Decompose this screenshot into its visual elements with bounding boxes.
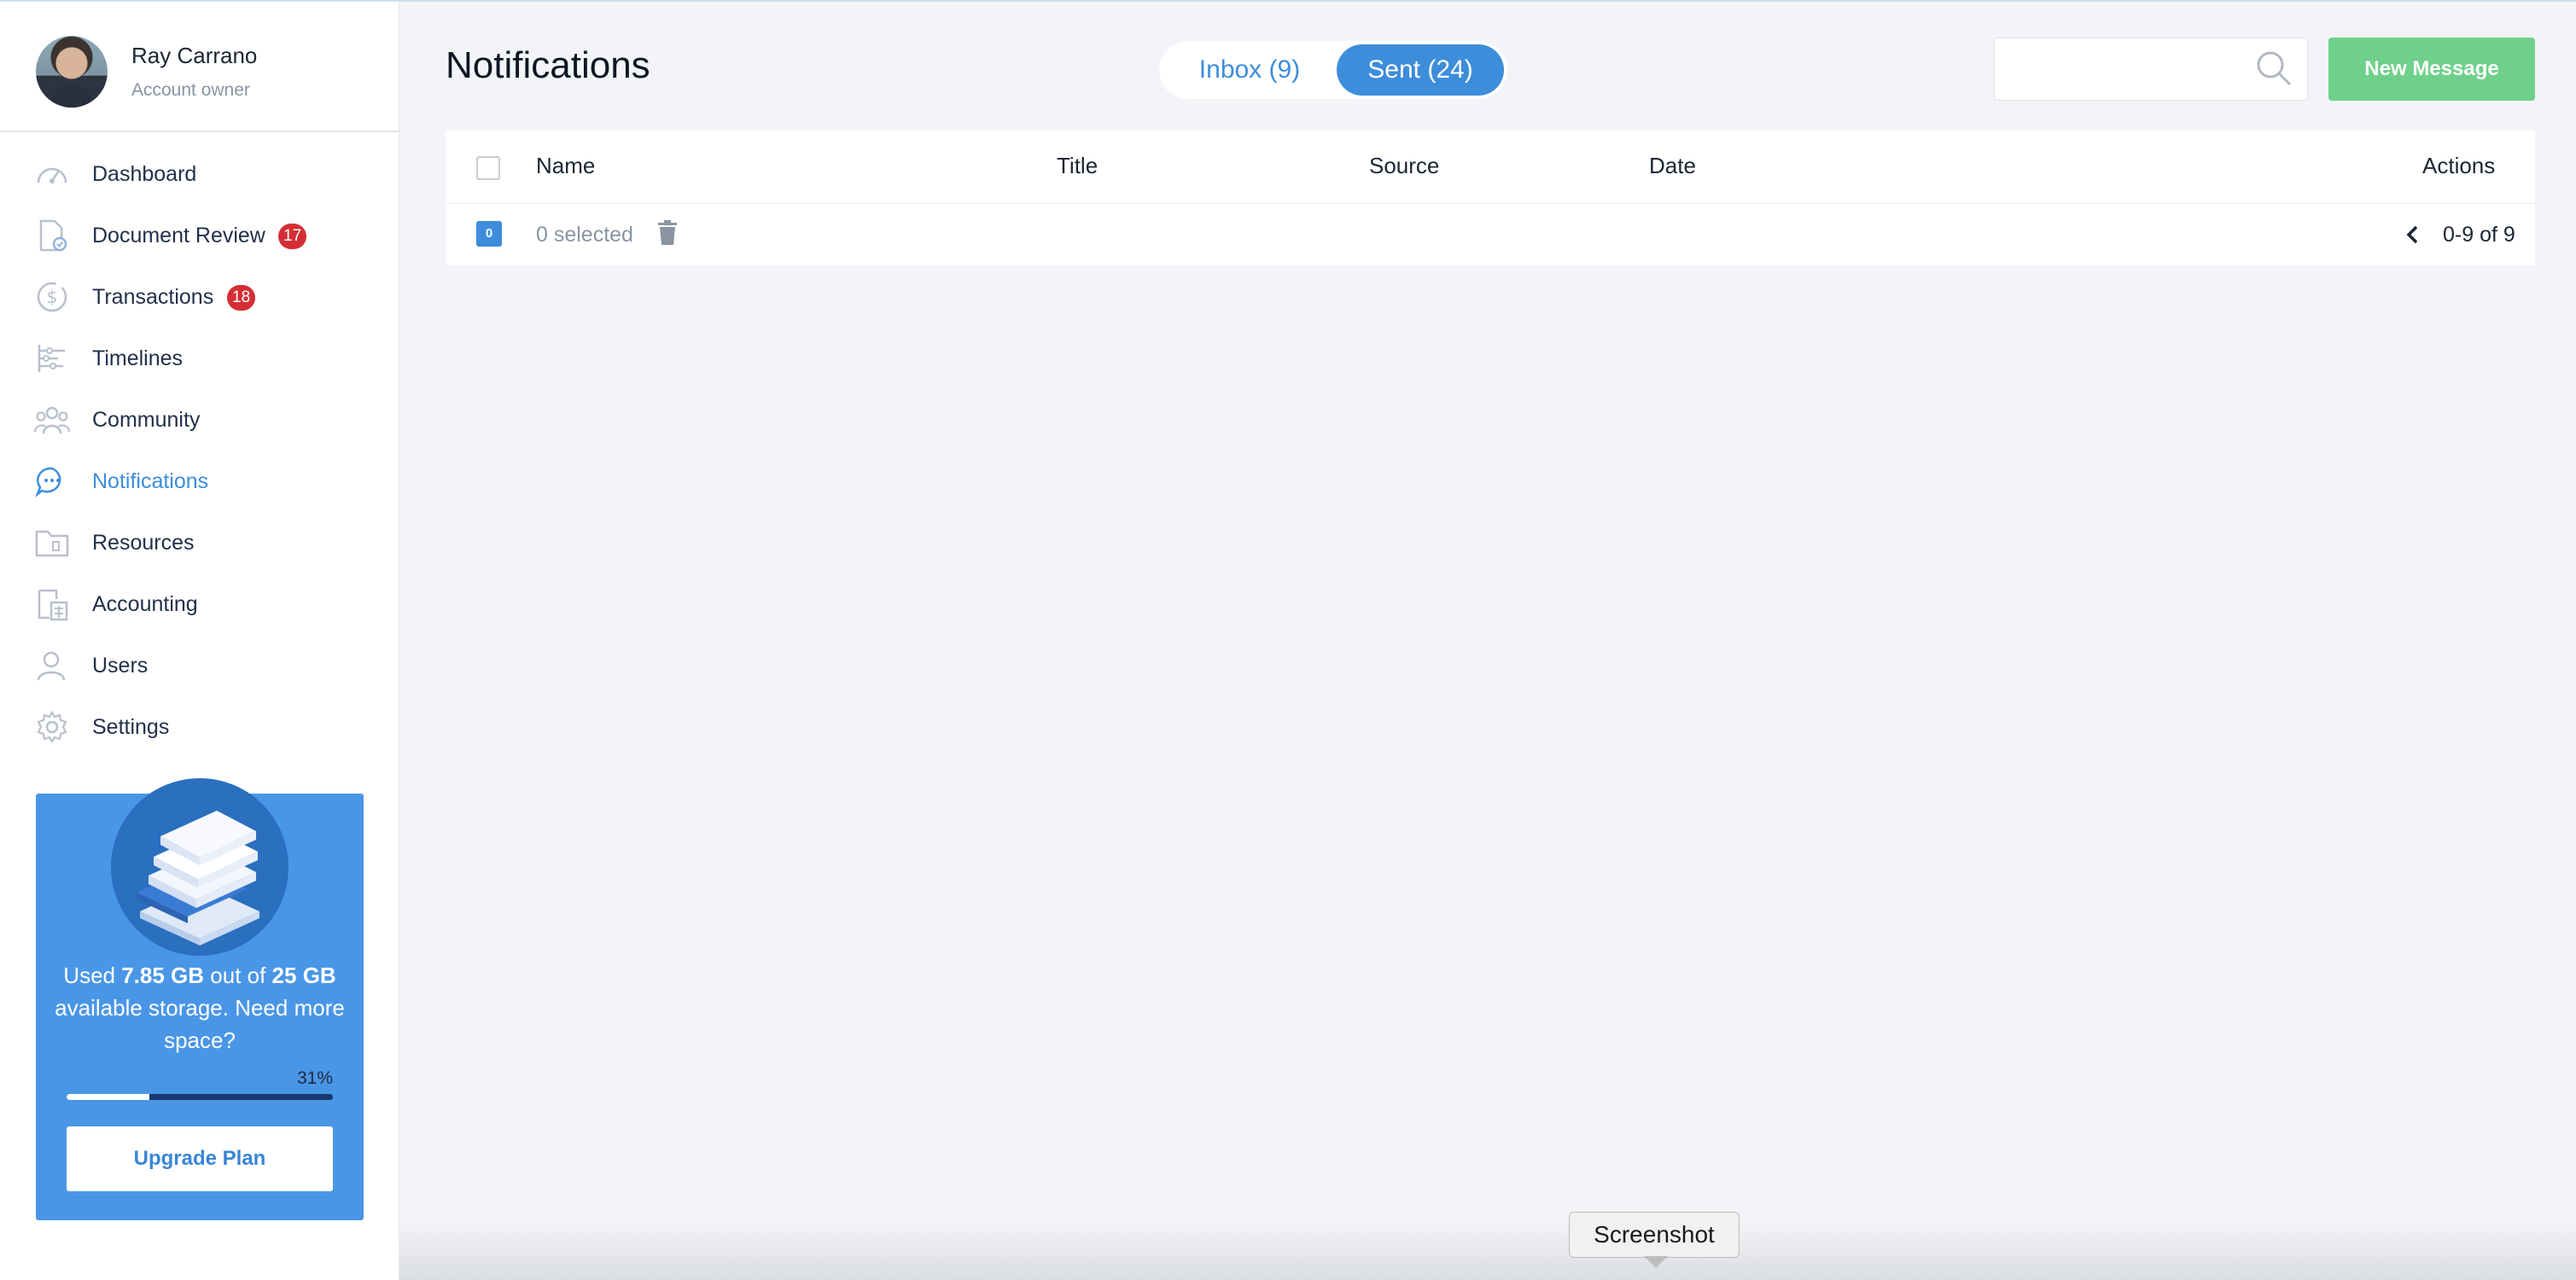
page-title: Notifications <box>446 44 650 86</box>
sidebar-item-document-review[interactable]: Document Review 17 <box>0 210 399 261</box>
avatar[interactable] <box>36 36 108 108</box>
sidebar-item-accounting[interactable]: Accounting <box>0 579 399 630</box>
storage-percent: 31% <box>296 1068 333 1088</box>
sidebar-item-resources[interactable]: Resources <box>0 517 399 568</box>
sidebar-item-label: Community <box>92 408 201 432</box>
table-header: Name Title Source Date Actions <box>446 131 2535 204</box>
storage-card: Used 7.85 GB out of 25 GB available stor… <box>36 778 364 1220</box>
chevron-left-icon[interactable] <box>2400 221 2426 248</box>
sidebar-item-notifications[interactable]: Notifications <box>0 456 399 507</box>
upgrade-plan-button[interactable]: Upgrade Plan <box>67 1126 333 1191</box>
storage-progress-fill <box>67 1094 149 1100</box>
sidebar-item-label: Resources <box>92 531 195 555</box>
sidebar-item-label: Document Review <box>92 224 265 247</box>
tab-inbox[interactable]: Inbox (9) <box>1166 44 1333 96</box>
column-header-name[interactable]: Name <box>536 153 595 179</box>
sidebar-item-label: Timelines <box>92 346 184 370</box>
sidebar-item-timelines[interactable]: Timelines <box>0 333 399 384</box>
selected-count-text: 0 selected <box>536 223 633 247</box>
column-header-date[interactable]: Date <box>1649 153 1696 179</box>
profile-role: Account owner <box>131 80 250 100</box>
column-header-source[interactable]: Source <box>1369 153 1439 179</box>
sidebar-item-label: Transactions <box>92 285 214 309</box>
screenshot-tooltip: Screenshot <box>1569 1212 1740 1258</box>
select-all-checkbox[interactable] <box>476 156 500 180</box>
user-icon <box>34 649 70 683</box>
chat-bubble-icon <box>34 464 70 498</box>
tooltip-arrow <box>1644 1256 1668 1268</box>
dock-shadow <box>399 1220 2576 1280</box>
profile-name: Ray Carrano <box>131 43 258 68</box>
notifications-table: Name Title Source Date Actions 0 0 selec… <box>446 131 2535 265</box>
sidebar-item-transactions[interactable]: $ Transactions 18 <box>0 271 399 323</box>
storage-usage-text: Used 7.85 GB out of 25 GB available stor… <box>55 963 345 1053</box>
table-footer: 0 0 selected 0-9 of 9 <box>446 204 2535 265</box>
new-message-button[interactable]: New Message <box>2328 38 2535 101</box>
sidebar-item-label: Settings <box>92 715 170 739</box>
search-input[interactable] <box>2002 45 2258 93</box>
documents-stack-illustration <box>111 778 288 956</box>
speedometer-icon <box>34 157 70 191</box>
profile-header[interactable]: Ray Carrano Account owner <box>0 2 399 132</box>
folder-icon <box>34 526 70 560</box>
trash-icon[interactable] <box>656 219 679 247</box>
column-header-title[interactable]: Title <box>1057 153 1098 179</box>
storage-progress-bar <box>67 1094 333 1100</box>
selected-count-badge: 0 <box>476 221 502 247</box>
pagination-info: 0-9 of 9 <box>2443 223 2515 247</box>
svg-text:$: $ <box>47 287 58 307</box>
sidebar-item-label: Dashboard <box>92 162 197 186</box>
tab-sent[interactable]: Sent (24) <box>1337 44 1504 96</box>
community-icon <box>33 403 71 437</box>
sidebar: Ray Carrano Account owner Dashboard Docu… <box>0 2 399 1280</box>
sidebar-item-community[interactable]: Community <box>0 394 399 445</box>
gear-icon <box>34 710 70 744</box>
column-header-actions: Actions <box>2422 153 2496 178</box>
timeline-icon <box>34 341 70 375</box>
search-icon[interactable] <box>2253 48 2294 89</box>
sidebar-item-dashboard[interactable]: Dashboard <box>0 148 399 200</box>
document-check-icon <box>34 218 70 253</box>
mailbox-tabs: Inbox (9) Sent (24) <box>1159 41 1507 99</box>
sidebar-item-label: Accounting <box>92 592 198 616</box>
sidebar-item-label: Notifications <box>92 469 209 493</box>
sidebar-item-label: Users <box>92 654 149 678</box>
sidebar-item-settings[interactable]: Settings <box>0 701 399 753</box>
dollar-circle-icon: $ <box>34 280 70 314</box>
sidebar-item-users[interactable]: Users <box>0 640 399 691</box>
count-badge: 18 <box>227 285 256 311</box>
count-badge: 17 <box>278 224 307 249</box>
calculator-icon <box>34 587 70 621</box>
